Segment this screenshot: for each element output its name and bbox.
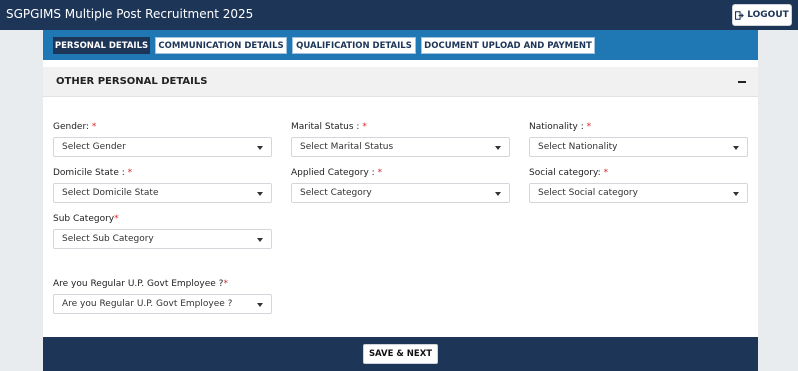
chevron-down-icon <box>257 192 263 196</box>
chevron-down-icon <box>257 146 263 150</box>
tab-communication-details[interactable]: COMMUNICATION DETAILS <box>155 37 287 54</box>
applied-category-select[interactable]: Select Category <box>291 183 510 203</box>
tab-qualification-details[interactable]: QUALIFICATION DETAILS <box>292 37 416 54</box>
required-asterisk: * <box>127 168 133 178</box>
section-header[interactable]: OTHER PERSONAL DETAILS <box>43 67 758 97</box>
required-asterisk: * <box>586 122 592 132</box>
tab-document-upload-and-payment[interactable]: DOCUMENT UPLOAD AND PAYMENT <box>421 37 595 54</box>
form-panel: PERSONAL DETAILS COMMUNICATION DETAILS Q… <box>43 30 758 371</box>
regular-govt-employee-label: Are you Regular U.P. Govt Employee ?* <box>53 279 228 289</box>
gender-label: Gender: * <box>53 122 97 132</box>
chevron-down-icon <box>257 238 263 242</box>
social-category-select[interactable]: Select Social category <box>529 183 748 203</box>
marital-status-select[interactable]: Select Marital Status <box>291 137 510 157</box>
logout-button[interactable]: LOGOUT <box>732 4 792 26</box>
regular-govt-employee-select-value: Are you Regular U.P. Govt Employee ? <box>62 299 233 309</box>
chevron-down-icon <box>257 303 263 307</box>
domicile-state-select-value: Select Domicile State <box>62 188 159 198</box>
top-header-bar: SGPGIMS Multiple Post Recruitment 2025 L… <box>0 0 798 30</box>
marital-status-select-value: Select Marital Status <box>300 142 394 152</box>
collapse-minus-icon[interactable] <box>738 81 746 83</box>
social-category-select-value: Select Social category <box>538 188 638 198</box>
chevron-down-icon <box>733 146 739 150</box>
chevron-down-icon <box>733 192 739 196</box>
required-asterisk: * <box>603 168 609 178</box>
app-title: SGPGIMS Multiple Post Recruitment 2025 <box>6 7 254 21</box>
tab-bar: PERSONAL DETAILS COMMUNICATION DETAILS Q… <box>43 30 758 60</box>
sub-category-select[interactable]: Select Sub Category <box>53 229 272 249</box>
nationality-select-value: Select Nationality <box>538 142 618 152</box>
applied-category-select-value: Select Category <box>300 188 372 198</box>
required-asterisk: * <box>362 122 367 132</box>
regular-govt-employee-select[interactable]: Are you Regular U.P. Govt Employee ? <box>53 294 272 314</box>
marital-status-label: Marital Status : * <box>291 122 367 132</box>
applied-category-label: Applied Category : * <box>291 168 383 178</box>
gender-select-value: Select Gender <box>62 142 126 152</box>
sub-category-label: Sub Category* <box>53 214 119 224</box>
save-next-button[interactable]: SAVE & NEXT <box>363 344 438 364</box>
required-asterisk: * <box>91 122 97 132</box>
form-footer: SAVE & NEXT <box>43 337 758 371</box>
required-asterisk: * <box>114 214 119 224</box>
section-title: OTHER PERSONAL DETAILS <box>56 76 208 87</box>
domicile-state-label: Domicile State : * <box>53 168 133 178</box>
logout-icon <box>735 10 745 20</box>
nationality-label: Nationality : * <box>529 122 592 132</box>
chevron-down-icon <box>495 146 501 150</box>
nationality-select[interactable]: Select Nationality <box>529 137 748 157</box>
domicile-state-select[interactable]: Select Domicile State <box>53 183 272 203</box>
required-asterisk: * <box>223 279 228 289</box>
chevron-down-icon <box>495 192 501 196</box>
social-category-label: Social category: * <box>529 168 609 178</box>
sub-category-select-value: Select Sub Category <box>62 234 154 244</box>
required-asterisk: * <box>377 168 383 178</box>
tab-personal-details[interactable]: PERSONAL DETAILS <box>53 37 150 54</box>
logout-label: LOGOUT <box>747 10 789 20</box>
gender-select[interactable]: Select Gender <box>53 137 272 157</box>
